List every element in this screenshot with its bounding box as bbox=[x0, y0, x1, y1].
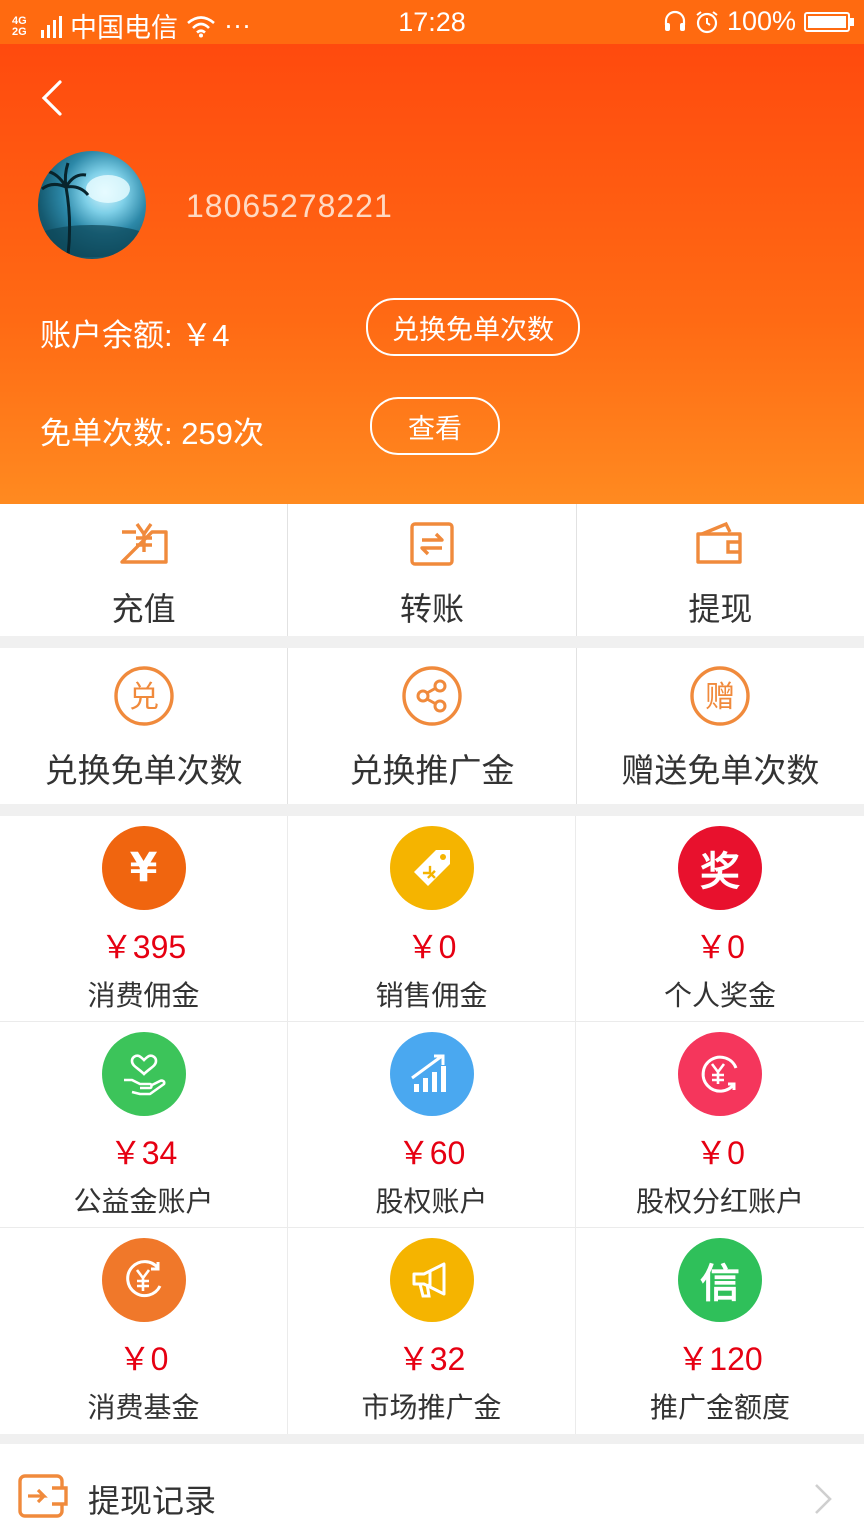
account-amount: ￥0 bbox=[406, 929, 457, 965]
equity-dividend-account-item[interactable]: ￥0 股权分红账户 bbox=[576, 1022, 864, 1228]
charity-heart-icon bbox=[101, 1032, 186, 1116]
equity-account-item[interactable]: ￥60 股权账户 bbox=[288, 1022, 576, 1228]
exchange-row: 兑 兑换免单次数 兑换推广金 赠 赠送免单次数 bbox=[0, 648, 864, 804]
account-amount: ￥60 bbox=[397, 1135, 466, 1171]
withdraw-record-row[interactable]: 提现记录 bbox=[0, 1444, 864, 1536]
view-button[interactable]: 查看 bbox=[370, 397, 500, 455]
account-name: 股权分红账户 bbox=[635, 1185, 804, 1218]
account-amount: ￥0 bbox=[695, 929, 745, 965]
withdraw-record-icon bbox=[18, 1474, 68, 1518]
exchange-free-orders-label: 兑换免单次数 bbox=[44, 751, 243, 790]
gift-icon: 赠 bbox=[690, 666, 751, 726]
account-amount: ￥32 bbox=[397, 1341, 466, 1377]
account-name: 市场推广金 bbox=[361, 1391, 502, 1424]
account-name: 股权账户 bbox=[375, 1185, 488, 1218]
account-name: 消费基金 bbox=[87, 1391, 200, 1424]
alarm-icon bbox=[696, 10, 718, 33]
wallet-icon bbox=[696, 521, 743, 564]
personal-bonus-item[interactable]: 奖 ￥0 个人奖金 bbox=[576, 816, 864, 1022]
price-tag-icon bbox=[389, 826, 474, 910]
withdraw-button[interactable]: 提现 bbox=[577, 504, 864, 636]
account-grid: ¥ ￥395 消费佣金 ￥0 销售佣金 奖 ￥0 个人奖金 ￥34 公益金账户 … bbox=[0, 816, 864, 1434]
exchange-icon: 兑 bbox=[113, 666, 174, 726]
growth-chart-icon bbox=[389, 1032, 474, 1116]
account-amount: ￥34 bbox=[109, 1135, 178, 1171]
fund-icon bbox=[101, 1238, 186, 1322]
account-amount: ￥120 bbox=[677, 1341, 763, 1377]
exchange-promotion-fund-item[interactable]: 兑换推广金 bbox=[288, 648, 577, 804]
account-header: 18065278221 账户余额: ￥4 兑换免单次数 免单次数: 259次 查… bbox=[0, 44, 864, 504]
withdraw-label: 提现 bbox=[688, 590, 753, 628]
megaphone-icon bbox=[389, 1238, 474, 1322]
account-amount: ￥0 bbox=[695, 1135, 745, 1171]
sales-commission-item[interactable]: ￥0 销售佣金 bbox=[288, 816, 576, 1022]
account-amount: ￥0 bbox=[118, 1341, 169, 1377]
credit-icon: 信 bbox=[678, 1238, 762, 1322]
transfer-button[interactable]: 转账 bbox=[288, 504, 577, 636]
promotion-credit-item[interactable]: 信 ￥120 推广金额度 bbox=[576, 1228, 864, 1434]
gift-free-orders-item[interactable]: 赠 赠送免单次数 bbox=[577, 648, 864, 804]
yuan-icon: ¥ bbox=[101, 826, 186, 910]
back-arrow-icon[interactable] bbox=[36, 78, 70, 118]
account-name: 推广金额度 bbox=[649, 1391, 790, 1424]
avatar[interactable] bbox=[38, 151, 146, 259]
account-name: 个人奖金 bbox=[663, 979, 776, 1012]
action-row: 充值 转账 提现 bbox=[0, 504, 864, 636]
charity-fund-item[interactable]: ￥34 公益金账户 bbox=[0, 1022, 288, 1228]
account-name: 销售佣金 bbox=[375, 979, 488, 1012]
gift-free-orders-label: 赠送免单次数 bbox=[621, 751, 820, 790]
headset-icon bbox=[664, 10, 686, 31]
gift-glyph: 赠 bbox=[705, 680, 735, 715]
free-order-count: 免单次数: 259次 bbox=[40, 416, 264, 451]
exchange-free-orders-item[interactable]: 兑 兑换免单次数 bbox=[0, 648, 289, 804]
phone-number: 18065278221 bbox=[186, 188, 393, 224]
consumption-commission-item[interactable]: ¥ ￥395 消费佣金 bbox=[0, 816, 288, 1022]
chevron-right-icon bbox=[815, 1484, 832, 1514]
transfer-icon bbox=[410, 522, 454, 566]
battery-icon bbox=[804, 11, 854, 32]
exchange-promotion-fund-label: 兑换推广金 bbox=[349, 751, 515, 790]
exchange-free-orders-button[interactable]: 兑换免单次数 bbox=[366, 298, 580, 356]
account-amount: ￥395 bbox=[100, 929, 187, 965]
palm-tree-photo bbox=[38, 162, 146, 257]
status-bar: 4G 2G 中国电信 ··· 17:28 100% bbox=[0, 0, 864, 44]
transfer-label: 转账 bbox=[399, 590, 464, 628]
consumption-fund-item[interactable]: ￥0 消费基金 bbox=[0, 1228, 288, 1434]
withdraw-record-label: 提现记录 bbox=[88, 1482, 217, 1520]
account-name: 公益金账户 bbox=[73, 1185, 214, 1218]
account-name: 消费佣金 bbox=[87, 979, 200, 1012]
dividend-icon bbox=[678, 1032, 762, 1116]
recharge-button[interactable]: 充值 bbox=[0, 504, 289, 636]
market-promotion-fund-item[interactable]: ￥32 市场推广金 bbox=[288, 1228, 576, 1434]
exchange-glyph: 兑 bbox=[129, 680, 159, 715]
recharge-label: 充值 bbox=[111, 590, 176, 628]
share-icon bbox=[402, 666, 462, 726]
recharge-icon bbox=[119, 523, 168, 564]
battery-percent: 100% bbox=[726, 6, 796, 36]
award-icon: 奖 bbox=[678, 826, 762, 910]
account-balance: 账户余额: ￥4 bbox=[40, 318, 230, 353]
